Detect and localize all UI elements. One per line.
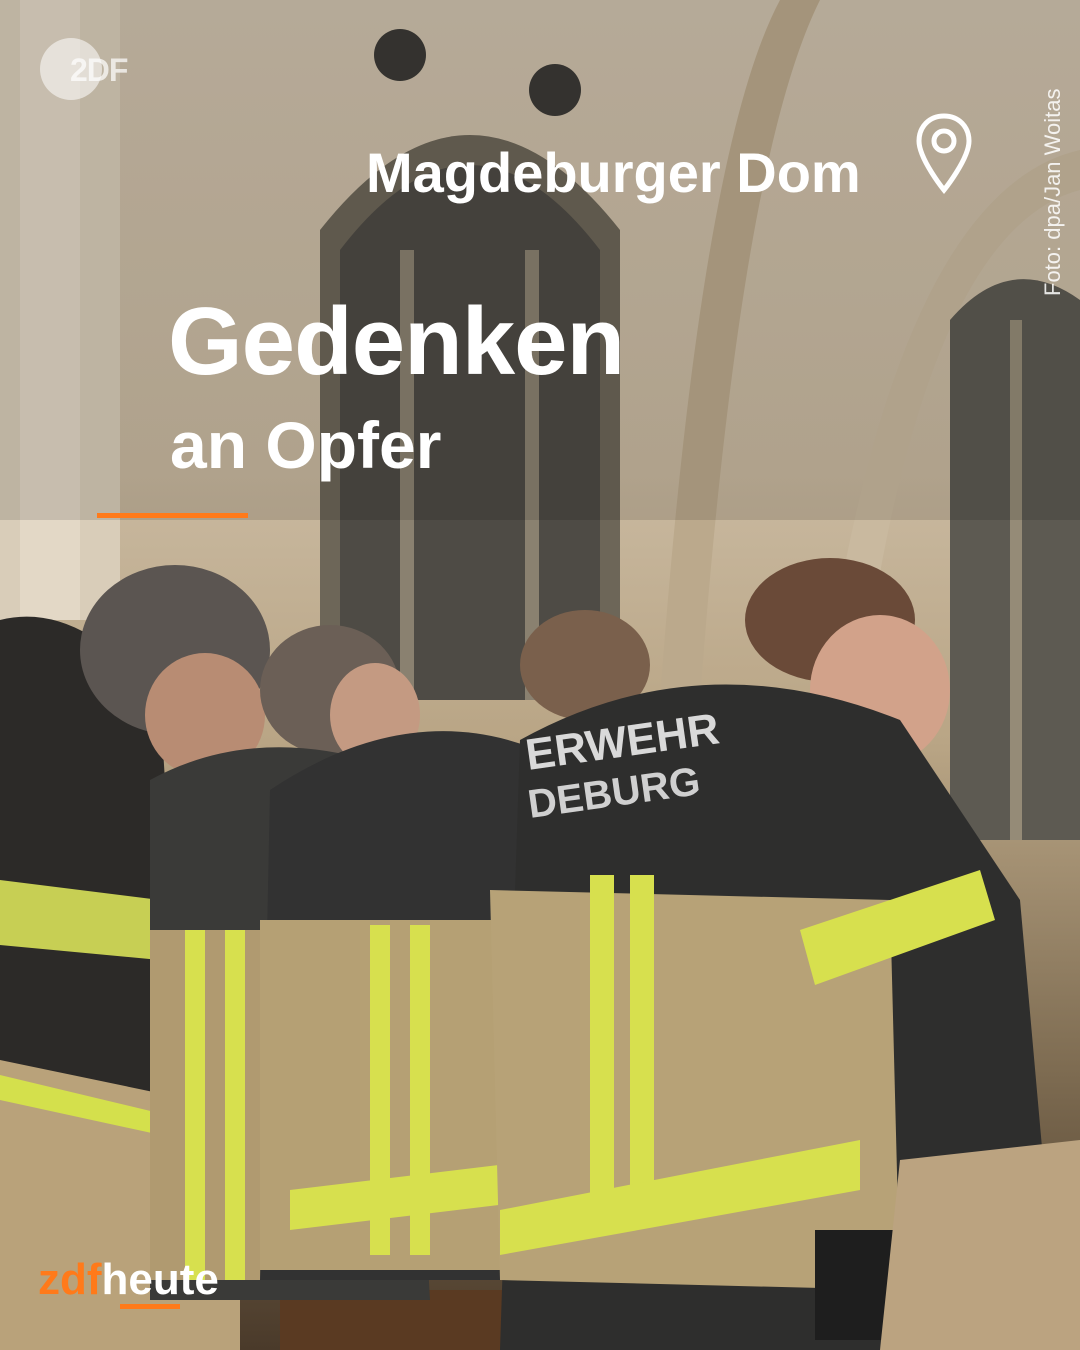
brand-zdf: zdf — [38, 1255, 102, 1304]
location-label: Magdeburger Dom — [366, 141, 861, 204]
brand-underline — [120, 1304, 180, 1309]
accent-divider — [97, 513, 248, 518]
photo-credit: Foto: dpa/Jan Woitas — [1040, 88, 1065, 297]
headline: Gedenken — [168, 288, 625, 395]
zdf-logo-text: 2DF — [70, 52, 128, 88]
post-canvas: ERWEHR DEBURG 2DF Magdeburger Dom Foto: … — [0, 0, 1080, 1350]
brand-heute: heute — [101, 1255, 219, 1304]
location-pin-icon — [916, 113, 972, 194]
brand-logo: zdfheute — [38, 1258, 219, 1302]
subheadline: an Opfer — [170, 408, 442, 482]
